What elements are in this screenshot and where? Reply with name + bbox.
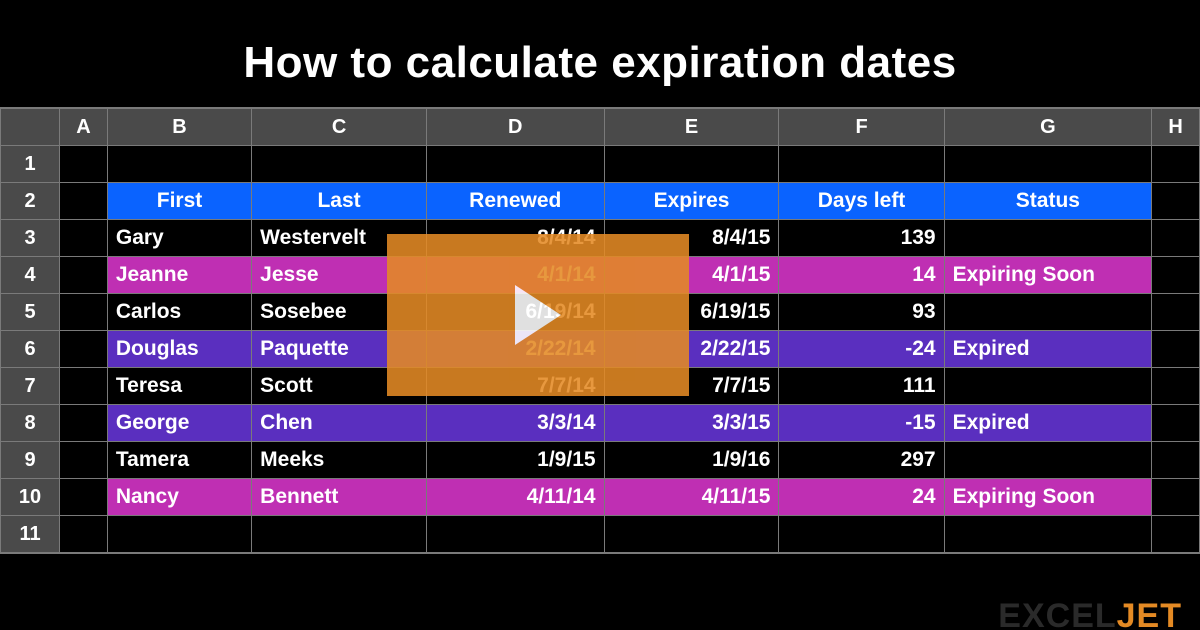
video-overlay[interactable] [387,234,689,396]
col-header: E [604,109,779,146]
cell-first: Tamera [107,442,251,479]
cell-first: Carlos [107,294,251,331]
col-header: F [779,109,944,146]
row-header: 1 [1,146,60,183]
table-row: 2 First Last Renewed Expires Days left S… [1,183,1200,220]
row-header: 9 [1,442,60,479]
header-last: Last [252,183,427,220]
cell-status [944,294,1152,331]
cell-expires: 4/11/15 [604,479,779,516]
row-header: 8 [1,405,60,442]
cell-status [944,442,1152,479]
cell-last: Chen [252,405,427,442]
cell-first: Nancy [107,479,251,516]
cell-first: George [107,405,251,442]
cell-expires: 1/9/16 [604,442,779,479]
cell-status [944,368,1152,405]
col-header: G [944,109,1152,146]
row-header: 3 [1,220,60,257]
cell-days_left: 24 [779,479,944,516]
col-header: H [1152,109,1200,146]
logo-text: JET [1117,597,1182,630]
cell-days_left: -24 [779,331,944,368]
table-row: 10 NancyBennett4/11/144/11/1524Expiring S… [1,479,1200,516]
cell-status: Expired [944,331,1152,368]
cell-renewed: 4/11/14 [426,479,604,516]
brand-logo: EXCELJET [998,597,1182,630]
cell-days_left: 139 [779,220,944,257]
table-row: 1 [1,146,1200,183]
cell-days_left: 111 [779,368,944,405]
row-header: 2 [1,183,60,220]
corner-cell [1,109,60,146]
col-header: C [252,109,427,146]
col-header: A [60,109,108,146]
cell-expires: 3/3/15 [604,405,779,442]
table-row: 8 GeorgeChen3/3/143/3/15-15Expired [1,405,1200,442]
page-title: How to calculate expiration dates [0,0,1200,108]
row-header: 4 [1,257,60,294]
row-header: 7 [1,368,60,405]
cell-status: Expiring Soon [944,479,1152,516]
col-header: B [107,109,251,146]
cell-status: Expired [944,405,1152,442]
cell-status: Expiring Soon [944,257,1152,294]
row-header: 5 [1,294,60,331]
row-header: 11 [1,516,60,553]
cell-last: Meeks [252,442,427,479]
table-row: 9 TameraMeeks1/9/151/9/16297 [1,442,1200,479]
cell-last: Bennett [252,479,427,516]
cell-first: Jeanne [107,257,251,294]
cell-first: Douglas [107,331,251,368]
cell-first: Gary [107,220,251,257]
header-days-left: Days left [779,183,944,220]
cell-days_left: 297 [779,442,944,479]
header-first: First [107,183,251,220]
row-header: 10 [1,479,60,516]
cell-first: Teresa [107,368,251,405]
logo-text: EXCEL [998,597,1116,630]
cell-days_left: -15 [779,405,944,442]
cell-days_left: 93 [779,294,944,331]
cell-renewed: 1/9/15 [426,442,604,479]
header-expires: Expires [604,183,779,220]
col-header: D [426,109,604,146]
column-header-row: A B C D E F G H [1,109,1200,146]
cell-renewed: 3/3/14 [426,405,604,442]
header-status: Status [944,183,1152,220]
header-renewed: Renewed [426,183,604,220]
play-icon [515,285,561,345]
cell-status [944,220,1152,257]
table-row: 11 [1,516,1200,553]
cell-days_left: 14 [779,257,944,294]
row-header: 6 [1,331,60,368]
